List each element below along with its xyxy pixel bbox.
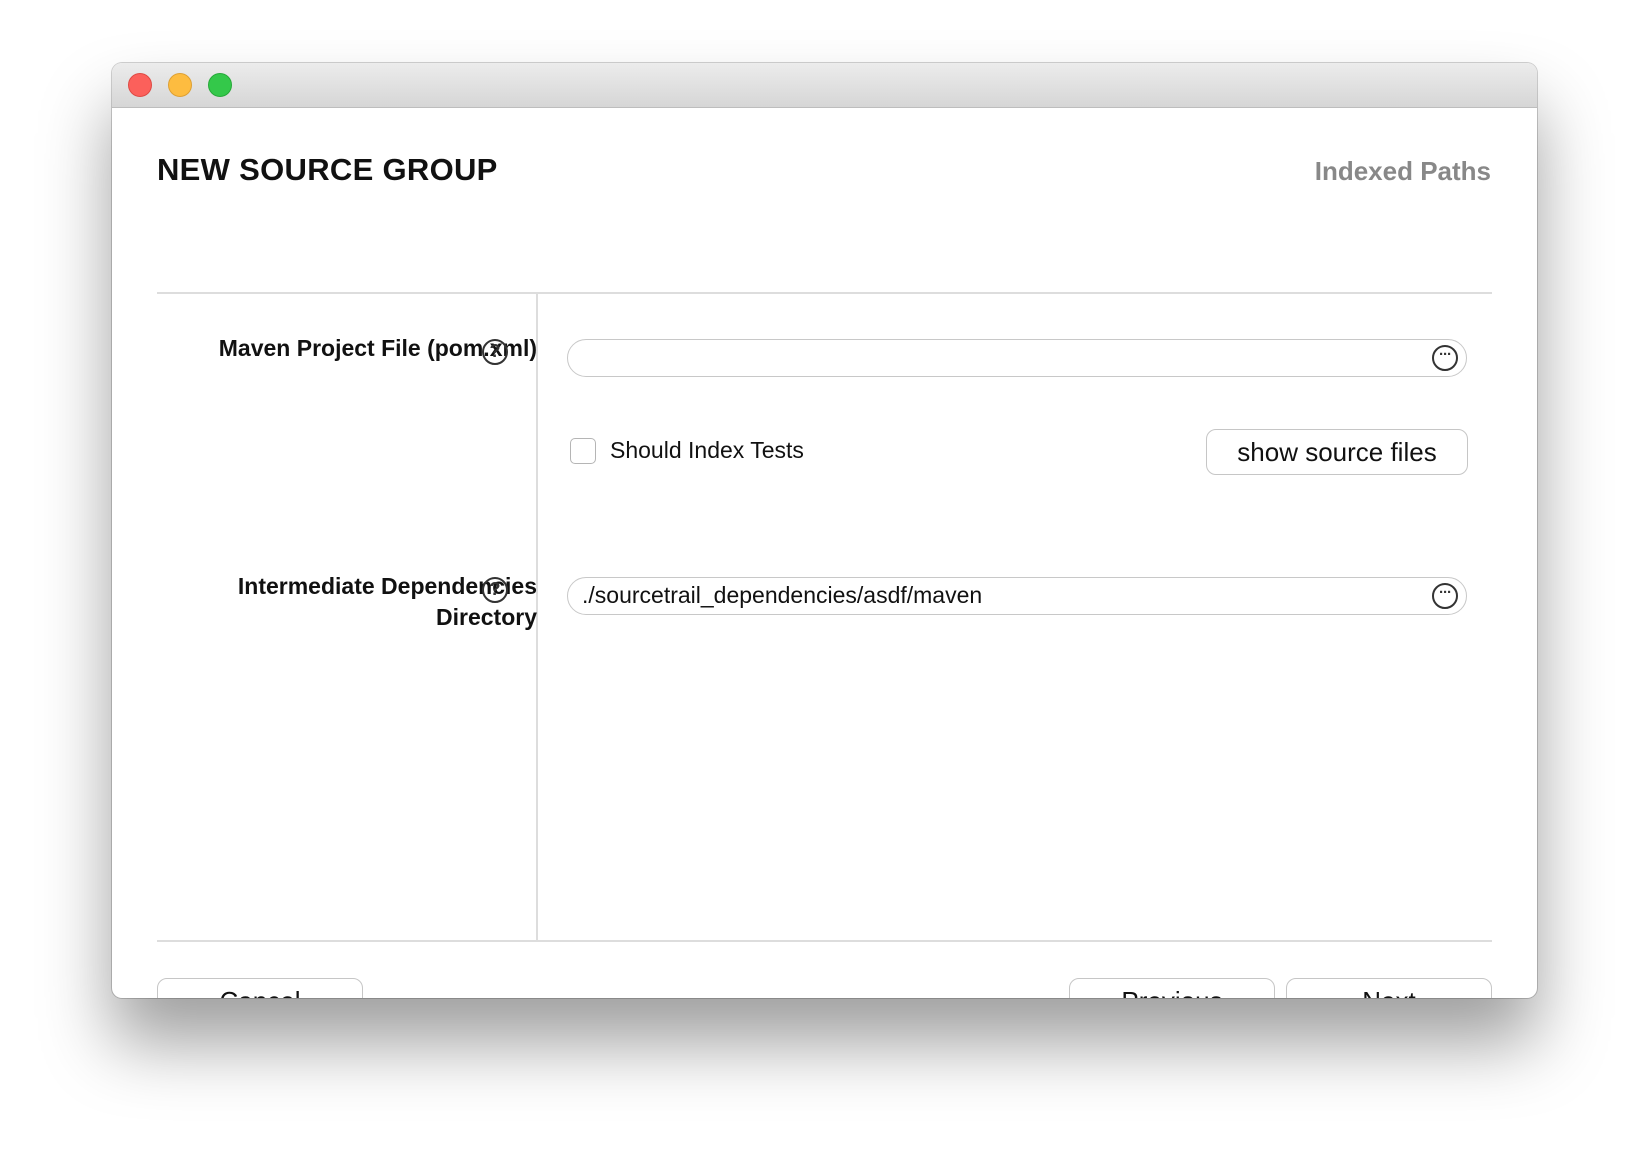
zoom-icon[interactable] [208,73,232,97]
next-button[interactable]: Next [1286,978,1492,998]
page-title: NEW SOURCE GROUP [157,152,498,187]
should-index-tests-label[interactable]: Should Index Tests [610,437,804,464]
close-icon[interactable] [128,73,152,97]
minimize-icon[interactable] [168,73,192,97]
intermediate-dependencies-directory-input[interactable] [582,578,1402,613]
new-source-group-window: NEW SOURCE GROUP Indexed Paths Maven Pro… [112,63,1537,998]
should-index-tests-checkbox[interactable] [570,438,596,464]
show-source-files-button[interactable]: show source files [1206,429,1468,475]
cancel-button[interactable]: Cancel [157,978,363,998]
ellipsis-icon[interactable]: ··· [1432,345,1458,371]
title-bar[interactable] [112,63,1537,108]
dialog-content: NEW SOURCE GROUP Indexed Paths Maven Pro… [112,108,1537,998]
step-label: Indexed Paths [1314,156,1491,186]
maven-project-file-field: ··· [567,339,1467,377]
bottom-divider [157,940,1492,942]
question-mark-icon[interactable]: ? [482,577,508,603]
question-mark-icon[interactable]: ? [482,339,508,365]
intermediate-dependencies-directory-field: ··· [567,577,1467,615]
previous-button[interactable]: Previous [1069,978,1275,998]
top-divider [157,292,1492,294]
ellipsis-icon[interactable]: ··· [1432,583,1458,609]
maven-project-file-input[interactable] [582,340,1402,375]
